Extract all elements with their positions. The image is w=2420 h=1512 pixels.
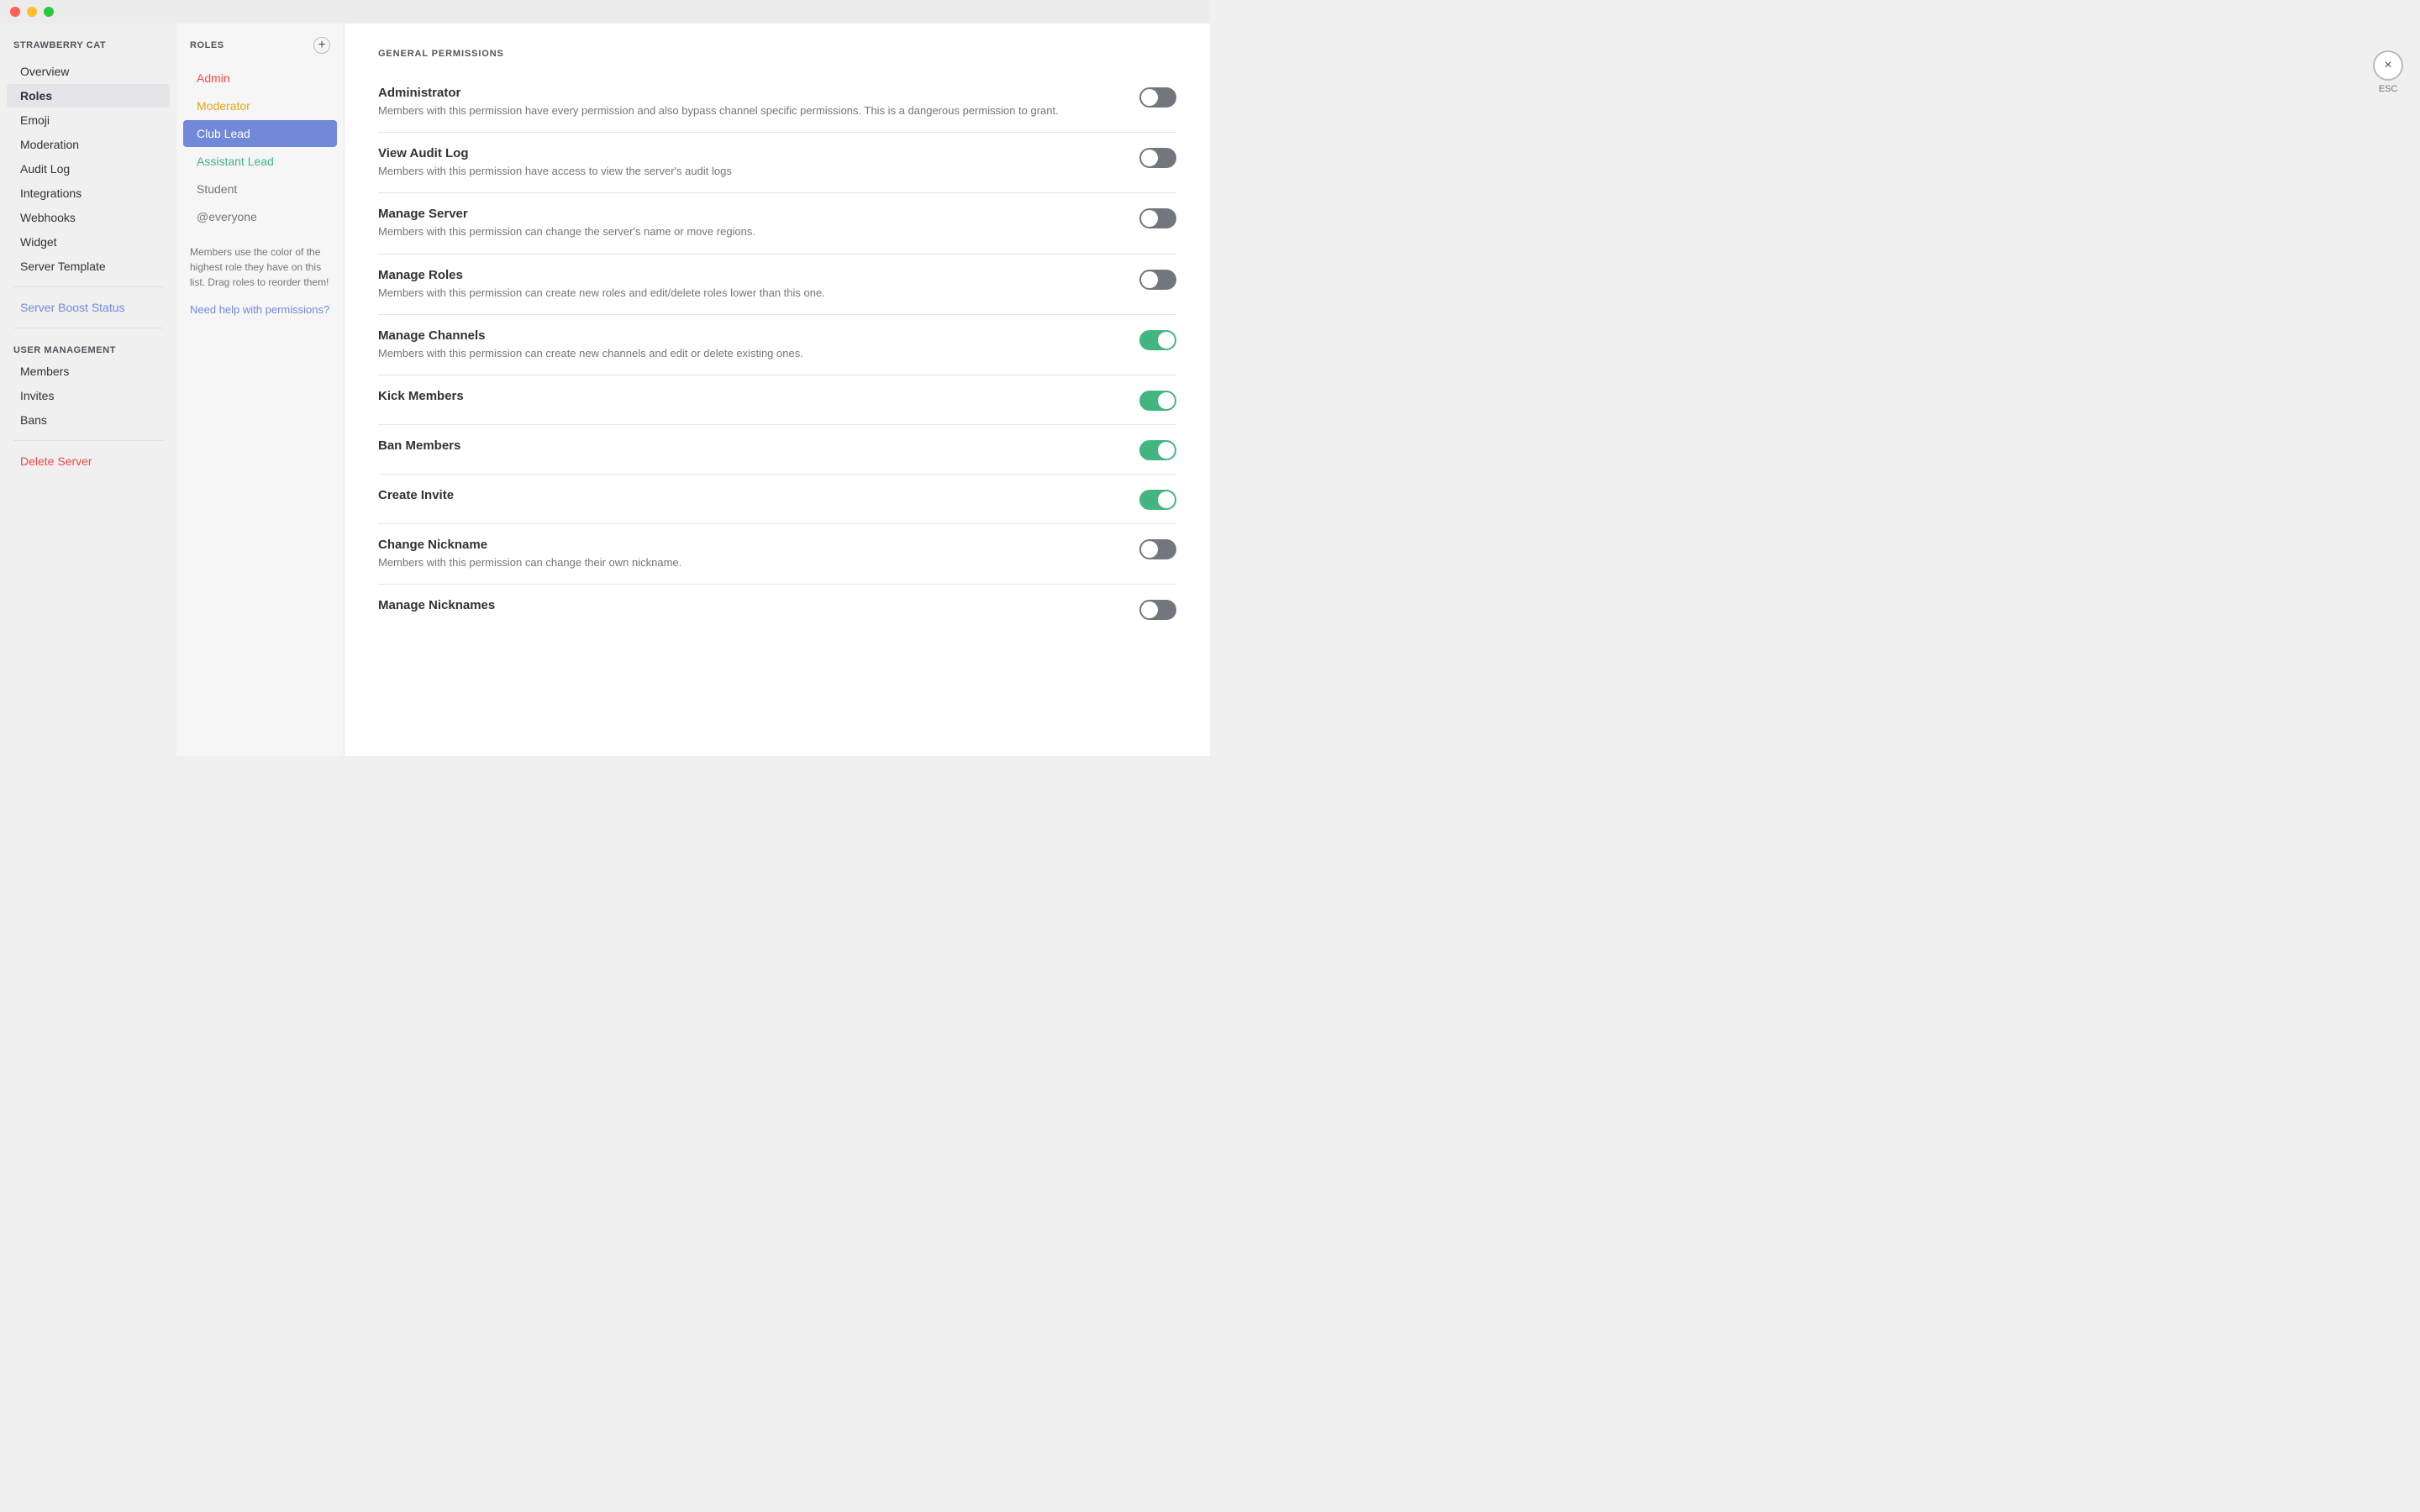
- permission-desc-view-audit-log: Members with this permission have access…: [378, 164, 1123, 179]
- permission-row-create-invite: Create Invite: [378, 475, 1176, 524]
- roles-hint: Members use the color of the highest rol…: [176, 231, 344, 303]
- permission-toggle-manage-nicknames[interactable]: [1139, 600, 1176, 620]
- role-item-student[interactable]: Student: [183, 176, 337, 202]
- close-button[interactable]: [10, 7, 20, 17]
- permission-info-ban-members: Ban Members: [378, 438, 1139, 456]
- sidebar-item-integrations[interactable]: Integrations: [7, 181, 170, 205]
- sidebar-item-moderation[interactable]: Moderation: [7, 133, 170, 156]
- roles-panel: ROLES + AdminModeratorClub LeadAssistant…: [176, 24, 345, 756]
- user-management-label: USER MANAGEMENT: [0, 337, 176, 359]
- permission-name-manage-nicknames: Manage Nicknames: [378, 598, 1123, 612]
- permission-toggle-kick-members[interactable]: [1139, 391, 1176, 411]
- permission-name-change-nickname: Change Nickname: [378, 538, 1123, 552]
- permission-info-manage-server: Manage Server Members with this permissio…: [378, 207, 1139, 239]
- permission-name-kick-members: Kick Members: [378, 389, 1123, 403]
- permission-name-ban-members: Ban Members: [378, 438, 1123, 453]
- permission-toggle-ban-members[interactable]: [1139, 440, 1176, 460]
- permission-desc-administrator: Members with this permission have every …: [378, 103, 1123, 118]
- permission-toggle-create-invite[interactable]: [1139, 490, 1176, 510]
- roles-header: ROLES +: [176, 37, 344, 64]
- permission-row-kick-members: Kick Members: [378, 375, 1176, 425]
- role-item-moderator[interactable]: Moderator: [183, 92, 337, 119]
- role-item-everyone[interactable]: @everyone: [183, 203, 337, 230]
- role-item-admin[interactable]: Admin: [183, 65, 337, 92]
- permission-name-create-invite: Create Invite: [378, 488, 1123, 502]
- sidebar-item-emoji[interactable]: Emoji: [7, 108, 170, 132]
- sidebar-item-overview[interactable]: Overview: [7, 60, 170, 83]
- permission-desc-manage-roles: Members with this permission can create …: [378, 286, 1123, 301]
- sidebar-item-members[interactable]: Members: [7, 360, 170, 383]
- sidebar-item-webhooks[interactable]: Webhooks: [7, 206, 170, 229]
- permission-row-change-nickname: Change Nickname Members with this permiss…: [378, 524, 1176, 585]
- permission-info-change-nickname: Change Nickname Members with this permiss…: [378, 538, 1139, 570]
- role-item-club-lead[interactable]: Club Lead: [183, 120, 337, 147]
- permission-name-manage-server: Manage Server: [378, 207, 1123, 221]
- sidebar-divider-3: [13, 440, 163, 441]
- permission-name-manage-roles: Manage Roles: [378, 268, 1123, 282]
- roles-help-link[interactable]: Need help with permissions?: [176, 303, 344, 316]
- sidebar-item-audit-log[interactable]: Audit Log: [7, 157, 170, 181]
- permission-name-view-audit-log: View Audit Log: [378, 146, 1123, 160]
- app-body: STRAWBERRY CAT OverviewRolesEmojiModerat…: [0, 24, 1210, 756]
- permission-name-administrator: Administrator: [378, 86, 1123, 100]
- section-title: GENERAL PERMISSIONS: [378, 49, 1176, 59]
- maximize-button[interactable]: [44, 7, 54, 17]
- sidebar-item-server-template[interactable]: Server Template: [7, 255, 170, 278]
- permission-toggle-view-audit-log[interactable]: [1139, 148, 1176, 168]
- permission-info-view-audit-log: View Audit Log Members with this permissi…: [378, 146, 1139, 179]
- sidebar-item-invites[interactable]: Invites: [7, 384, 170, 407]
- permission-row-manage-nicknames: Manage Nicknames: [378, 585, 1176, 633]
- roles-title: ROLES: [190, 40, 224, 50]
- permission-row-manage-server: Manage Server Members with this permissio…: [378, 193, 1176, 254]
- permission-info-manage-roles: Manage Roles Members with this permission…: [378, 268, 1139, 301]
- permission-info-manage-nicknames: Manage Nicknames: [378, 598, 1139, 616]
- main-content: GENERAL PERMISSIONS Administrator Members…: [345, 24, 1210, 756]
- permission-row-view-audit-log: View Audit Log Members with this permissi…: [378, 133, 1176, 193]
- permission-desc-manage-server: Members with this permission can change …: [378, 224, 1123, 239]
- permission-info-kick-members: Kick Members: [378, 389, 1139, 407]
- permission-row-administrator: Administrator Members with this permissio…: [378, 72, 1176, 133]
- sidebar-item-boost[interactable]: Server Boost Status: [7, 296, 170, 319]
- permission-row-manage-channels: Manage Channels Members with this permiss…: [378, 315, 1176, 375]
- sidebar: STRAWBERRY CAT OverviewRolesEmojiModerat…: [0, 24, 176, 756]
- titlebar: [0, 0, 1210, 24]
- permission-toggle-administrator[interactable]: [1139, 87, 1176, 108]
- permission-info-create-invite: Create Invite: [378, 488, 1139, 506]
- permission-info-manage-channels: Manage Channels Members with this permiss…: [378, 328, 1139, 361]
- permission-info-administrator: Administrator Members with this permissio…: [378, 86, 1139, 118]
- permission-desc-manage-channels: Members with this permission can create …: [378, 346, 1123, 361]
- permission-name-manage-channels: Manage Channels: [378, 328, 1123, 343]
- permission-row-ban-members: Ban Members: [378, 425, 1176, 475]
- permission-desc-change-nickname: Members with this permission can change …: [378, 555, 1123, 570]
- permission-toggle-manage-channels[interactable]: [1139, 330, 1176, 350]
- sidebar-item-widget[interactable]: Widget: [7, 230, 170, 254]
- server-name: STRAWBERRY CAT: [0, 40, 176, 59]
- permission-toggle-manage-server[interactable]: [1139, 208, 1176, 228]
- minimize-button[interactable]: [27, 7, 37, 17]
- add-role-button[interactable]: +: [313, 37, 330, 54]
- permission-toggle-change-nickname[interactable]: [1139, 539, 1176, 559]
- sidebar-item-roles[interactable]: Roles: [7, 84, 170, 108]
- sidebar-divider-1: [13, 286, 163, 287]
- permission-toggle-manage-roles[interactable]: [1139, 270, 1176, 290]
- sidebar-item-bans[interactable]: Bans: [7, 408, 170, 432]
- sidebar-item-delete-server[interactable]: Delete Server: [7, 449, 170, 473]
- role-item-assistant-lead[interactable]: Assistant Lead: [183, 148, 337, 175]
- permission-row-manage-roles: Manage Roles Members with this permission…: [378, 255, 1176, 315]
